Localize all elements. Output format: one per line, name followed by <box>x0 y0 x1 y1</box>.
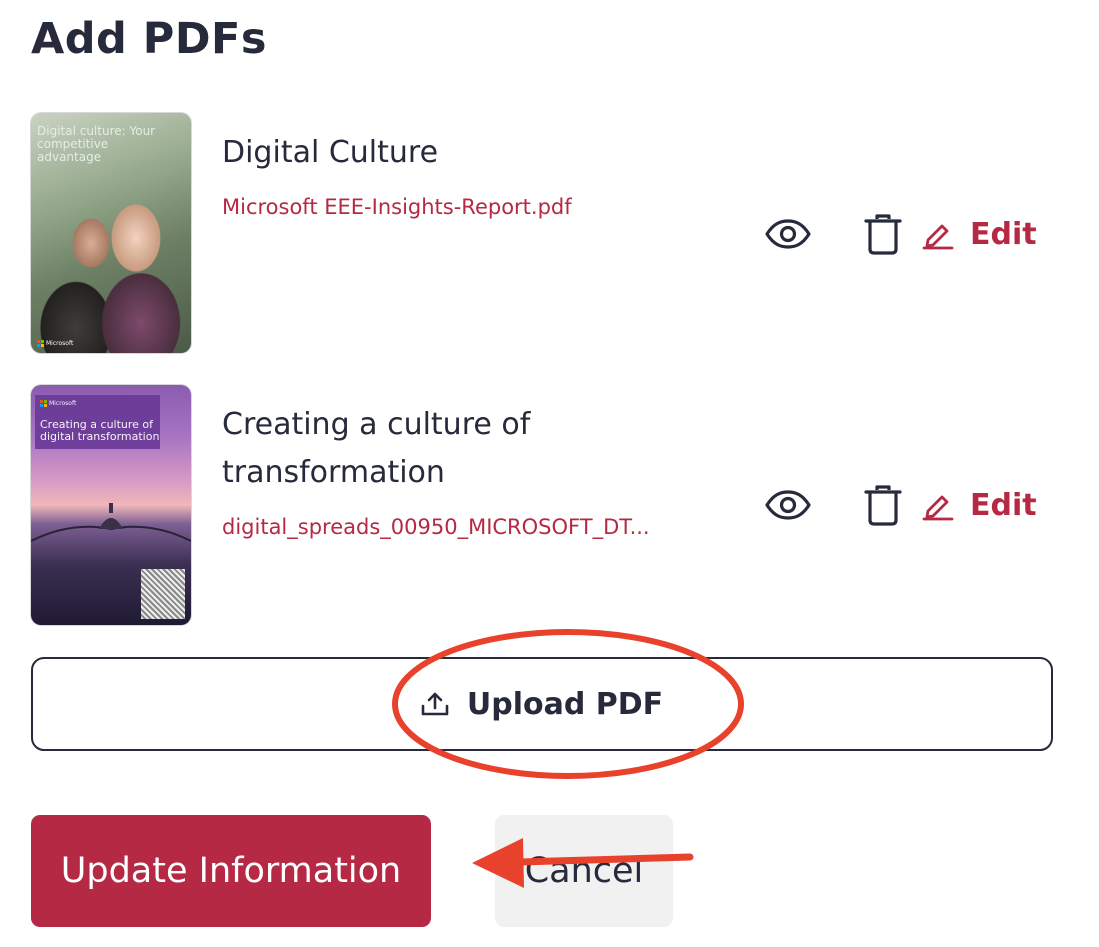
edit-button[interactable]: Edit <box>922 217 1037 252</box>
pdf-filename[interactable]: digital_spreads_00950_MICROSOFT_DT... <box>222 515 677 539</box>
pdf-actions: Edit <box>764 213 1037 255</box>
view-button[interactable] <box>764 484 812 526</box>
page-title: Add PDFs <box>31 14 267 64</box>
bridge-illustration <box>31 503 191 542</box>
pencil-icon <box>922 224 954 250</box>
pdf-title: Digital Culture <box>222 135 439 170</box>
trash-icon <box>864 214 902 255</box>
qr-code <box>141 569 185 619</box>
eye-icon <box>765 219 811 249</box>
edit-button[interactable]: Edit <box>922 488 1037 523</box>
pdf-item: Digital culture: Your competitive advant… <box>31 113 1061 353</box>
delete-button[interactable] <box>859 484 907 526</box>
trash-icon <box>864 485 902 526</box>
pdf-actions: Edit <box>764 484 1037 526</box>
view-button[interactable] <box>764 213 812 255</box>
eye-icon <box>765 490 811 520</box>
pdf-thumbnail[interactable]: Microsoft Creating a culture of digital … <box>31 385 191 625</box>
pdf-filename[interactable]: Microsoft EEE-Insights-Report.pdf <box>222 195 677 219</box>
thumbnail-caption: Creating a culture of digital transforma… <box>40 418 160 443</box>
edit-label: Edit <box>970 487 1037 523</box>
thumbnail-brand: Microsoft <box>40 400 76 407</box>
edit-label: Edit <box>970 216 1037 252</box>
thumbnail-brand: Microsoft <box>37 340 73 347</box>
pdf-title: Creating a culture of transformation <box>222 407 531 490</box>
update-information-button[interactable]: Update Information <box>31 815 431 927</box>
cancel-button[interactable]: Cancel <box>495 815 673 927</box>
thumbnail-caption: Digital culture: Your competitive advant… <box>37 124 156 164</box>
pdf-thumbnail[interactable]: Digital culture: Your competitive advant… <box>31 113 191 353</box>
pencil-icon <box>922 495 954 521</box>
microsoft-logo-icon <box>40 400 47 407</box>
upload-icon <box>421 692 449 716</box>
thumbnail-title-box: Microsoft Creating a culture of digital … <box>35 395 160 449</box>
upload-pdf-button[interactable]: Upload PDF <box>31 657 1053 751</box>
upload-pdf-label: Upload PDF <box>466 686 664 722</box>
pdf-item: Microsoft Creating a culture of digital … <box>31 385 1061 625</box>
microsoft-logo-icon <box>37 340 44 347</box>
delete-button[interactable] <box>859 213 907 255</box>
